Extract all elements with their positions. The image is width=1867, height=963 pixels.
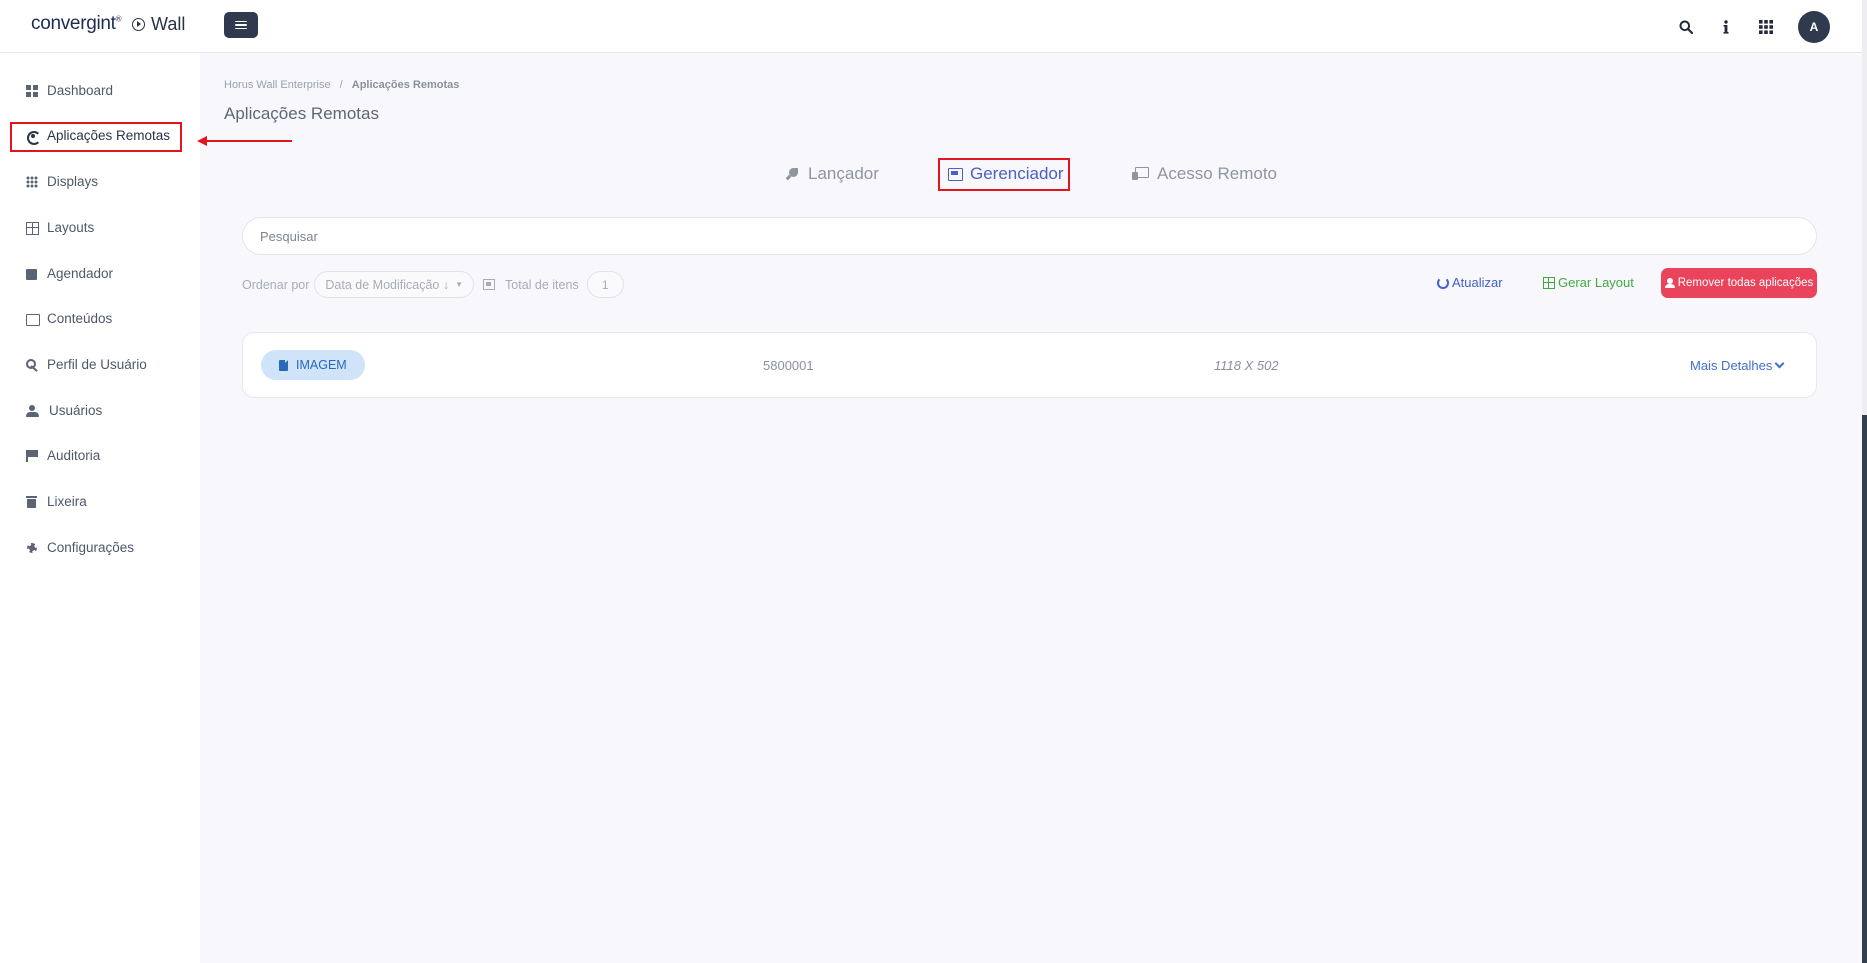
- sidebar-item-label: Agendador: [47, 266, 114, 281]
- tab-acesso-remoto[interactable]: Acesso Remoto: [1132, 164, 1277, 184]
- sidebar-item-layouts[interactable]: Layouts: [26, 220, 94, 235]
- scrollbar-thumb[interactable]: [1862, 415, 1867, 963]
- chevron-down-icon: [1774, 358, 1785, 369]
- type-badge-label: IMAGEM: [296, 358, 347, 372]
- remove-all-label: Remover todas aplicações: [1677, 277, 1814, 289]
- sidebar-item-label: Lixeira: [47, 494, 87, 509]
- sidebar-item-configuracoes[interactable]: Configurações: [26, 540, 134, 555]
- sidebar-item-lixeira[interactable]: Lixeira: [26, 494, 87, 509]
- tab-label: Lançador: [808, 164, 879, 183]
- rocket-icon: [786, 167, 800, 181]
- page-title: Aplicações Remotas: [224, 104, 379, 123]
- sidebar-item-dashboard[interactable]: Dashboard: [26, 83, 113, 98]
- info-icon[interactable]: [1718, 19, 1734, 35]
- breadcrumb-separator: /: [339, 79, 343, 91]
- application-resolution: 1118 X 502: [1214, 358, 1279, 373]
- more-details-button[interactable]: Mais Detalhes: [1690, 358, 1785, 373]
- type-badge: IMAGEM: [261, 350, 365, 380]
- sort-label: Ordenar por: [242, 277, 310, 292]
- list-toolbar: Ordenar por Data de Modificação ↓ ▼ Tota…: [242, 271, 624, 298]
- refresh-icon: [1437, 276, 1449, 289]
- sidebar-item-label: Configurações: [47, 540, 135, 555]
- displays-icon: [26, 175, 38, 188]
- flag-icon: [26, 449, 38, 462]
- sidebar-item-agendador[interactable]: Agendador: [26, 266, 113, 281]
- sidebar-item-displays[interactable]: Displays: [26, 174, 98, 189]
- menu-toggle-button[interactable]: [224, 12, 258, 38]
- sidebar-item-label: Perfil de Usuário: [47, 357, 147, 372]
- remove-all-button[interactable]: Remover todas aplicações: [1661, 268, 1817, 298]
- app-name: Wall: [132, 14, 185, 35]
- user-remove-icon: [1664, 278, 1675, 288]
- top-right-actions: A: [1678, 11, 1830, 43]
- sidebar-item-label: Auditoria: [47, 448, 101, 463]
- layout-grid-icon: [1543, 276, 1555, 289]
- total-items-count: 1: [586, 271, 624, 298]
- app-name-label: Wall: [151, 14, 186, 34]
- refresh-label: Atualizar: [1452, 275, 1503, 290]
- search-icon[interactable]: [1678, 19, 1694, 35]
- breadcrumb-root[interactable]: Horus Wall Enterprise: [224, 79, 331, 91]
- sidebar-item-conteudos[interactable]: Conteúdos: [26, 311, 112, 326]
- play-circle-icon: [132, 18, 145, 31]
- application-id: 5800001: [763, 358, 814, 373]
- calendar-icon: [26, 268, 38, 280]
- remote-desktop-icon: [1132, 167, 1149, 181]
- user-avatar[interactable]: A: [1798, 11, 1830, 43]
- sidebar-item-auditoria[interactable]: Auditoria: [26, 448, 100, 463]
- apps-grid-icon[interactable]: [1758, 19, 1774, 35]
- sort-select-value: Data de Modificação ↓: [325, 277, 450, 292]
- logo-mark: ®: [115, 14, 122, 24]
- annotation-highlight-box: [938, 158, 1070, 191]
- total-items-icon: [483, 279, 496, 290]
- generate-layout-button[interactable]: Gerar Layout: [1543, 275, 1634, 290]
- image-icon: [26, 313, 40, 326]
- sidebar: Dashboard Aplicações Remotas Displays La…: [0, 53, 200, 963]
- sidebar-item-label: Layouts: [47, 220, 95, 235]
- application-card: IMAGEM 5800001 1118 X 502 Mais Detalhes: [242, 332, 1817, 398]
- sidebar-item-label: Conteúdos: [47, 311, 113, 326]
- search-input[interactable]: [242, 217, 1817, 255]
- convergint-logo[interactable]: convergint®: [31, 13, 122, 35]
- sidebar-item-label: Dashboard: [47, 83, 114, 98]
- sidebar-item-perfil-de-usuario[interactable]: Perfil de Usuário: [26, 357, 147, 372]
- breadcrumb: Horus Wall Enterprise / Aplicações Remot…: [224, 79, 459, 91]
- more-details-label: Mais Detalhes: [1690, 358, 1773, 373]
- refresh-button[interactable]: Atualizar: [1437, 275, 1503, 290]
- dashboard-icon: [26, 84, 38, 97]
- hamburger-icon: [235, 20, 247, 30]
- caret-down-icon: ▼: [455, 280, 464, 289]
- trash-icon: [26, 495, 38, 508]
- annotation-highlight-box: [10, 122, 182, 152]
- users-icon: [26, 404, 40, 417]
- logo-text: convergint: [31, 13, 116, 34]
- sidebar-item-usuarios[interactable]: Usuários: [26, 403, 102, 418]
- image-file-icon: [279, 359, 288, 371]
- sidebar-item-label: Displays: [47, 174, 99, 189]
- key-icon: [26, 358, 38, 371]
- gear-icon: [26, 542, 38, 554]
- tab-label: Acesso Remoto: [1157, 164, 1277, 183]
- sort-select[interactable]: Data de Modificação ↓ ▼: [314, 271, 475, 298]
- tab-lancador[interactable]: Lançador: [786, 164, 879, 184]
- sidebar-item-label: Usuários: [49, 403, 103, 418]
- layouts-icon: [26, 221, 39, 235]
- total-items-label: Total de itens: [505, 277, 579, 292]
- top-bar: convergint® Wall A: [0, 0, 1862, 53]
- generate-layout-label: Gerar Layout: [1558, 275, 1634, 290]
- breadcrumb-current: Aplicações Remotas: [351, 79, 460, 91]
- annotation-arrow-line: [206, 140, 292, 142]
